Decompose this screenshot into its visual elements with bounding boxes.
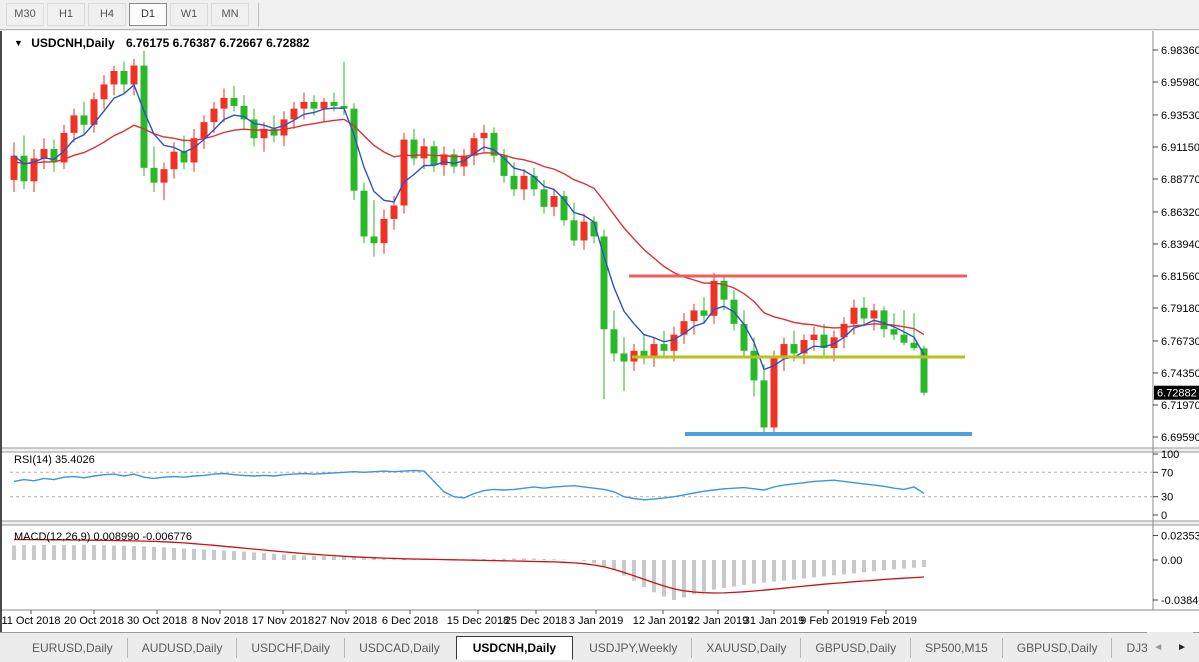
timeframe-button-h1[interactable]: H1 xyxy=(47,3,85,26)
timeframe-buttons: M30H1H4D1W1MN xyxy=(6,3,252,26)
chart-tab-gbpusd-daily[interactable]: GBPUSD,Daily xyxy=(800,638,910,658)
timeframe-button-d1[interactable]: D1 xyxy=(129,3,167,26)
collapse-triangle-icon[interactable]: ▼ xyxy=(14,38,23,48)
svg-text:6.98360: 6.98360 xyxy=(1161,45,1199,57)
svg-text:30: 30 xyxy=(1161,492,1173,504)
chart-tab-audusd-daily[interactable]: AUDUSD,Daily xyxy=(127,638,237,658)
svg-text:6.95980: 6.95980 xyxy=(1161,77,1199,89)
svg-text:100: 100 xyxy=(1161,449,1179,461)
svg-text:15 Dec 2018: 15 Dec 2018 xyxy=(447,615,509,627)
svg-text:0.023534: 0.023534 xyxy=(1161,531,1199,543)
svg-text:19 Feb 2019: 19 Feb 2019 xyxy=(855,615,917,627)
chart-ohlc-values: 6.76175 6.76387 6.72667 6.72882 xyxy=(126,36,310,50)
timeframe-button-m30[interactable]: M30 xyxy=(6,3,44,26)
svg-text:70: 70 xyxy=(1161,467,1173,479)
timeframe-button-w1[interactable]: W1 xyxy=(170,3,208,26)
svg-text:6.88770: 6.88770 xyxy=(1161,174,1199,186)
chart-title: ▼ USDCNH,Daily 6.76175 6.76387 6.72667 6… xyxy=(14,36,309,50)
toolbar-divider xyxy=(258,3,259,27)
macd-indicator-label: MACD(12,26,9) 0.008990 -0.006776 xyxy=(14,531,192,543)
tab-scroll-right-icon[interactable]: ► xyxy=(1177,642,1187,653)
svg-text:22 Jan 2019: 22 Jan 2019 xyxy=(688,615,749,627)
chart-tab-usdjpy-weekly[interactable]: USDJPY,Weekly xyxy=(575,638,691,658)
chart-tabbar: EURUSD,DailyAUDUSD,DailyUSDCHF,DailyUSDC… xyxy=(0,632,1199,662)
svg-text:3 Jan 2019: 3 Jan 2019 xyxy=(569,615,623,627)
svg-text:0.00: 0.00 xyxy=(1161,555,1182,567)
svg-text:0: 0 xyxy=(1161,510,1167,522)
chart-tab-eurusd-daily[interactable]: EURUSD,Daily xyxy=(18,638,127,658)
svg-text:6.76730: 6.76730 xyxy=(1161,336,1199,348)
chart-window: ▼ USDCNH,Daily 6.76175 6.76387 6.72667 6… xyxy=(0,31,1199,632)
svg-text:-0.038466: -0.038466 xyxy=(1161,595,1199,607)
svg-text:6.72882: 6.72882 xyxy=(1157,388,1197,400)
svg-text:6.91150: 6.91150 xyxy=(1161,142,1199,154)
svg-text:27 Nov 2018: 27 Nov 2018 xyxy=(315,615,377,627)
chart-tab-usdcnh-daily[interactable]: USDCNH,Daily xyxy=(456,636,573,660)
svg-text:20 Oct 2018: 20 Oct 2018 xyxy=(64,615,124,627)
chart-tab-usdcad-daily[interactable]: USDCAD,Daily xyxy=(344,638,454,658)
chart-tab-xauusd-daily[interactable]: XAUUSD,Daily xyxy=(691,638,800,658)
svg-text:12 Jan 2019: 12 Jan 2019 xyxy=(633,615,694,627)
svg-text:6.79180: 6.79180 xyxy=(1161,303,1199,315)
svg-text:11 Oct 2018: 11 Oct 2018 xyxy=(2,615,61,627)
chart-symbol-label: USDCNH,Daily xyxy=(31,36,114,50)
chart-tab-usdchf-daily[interactable]: USDCHF,Daily xyxy=(236,638,344,658)
svg-text:9 Feb 2019: 9 Feb 2019 xyxy=(800,615,856,627)
svg-text:6.71970: 6.71970 xyxy=(1161,400,1199,412)
timeframe-button-mn[interactable]: MN xyxy=(211,3,249,26)
svg-text:6.69590: 6.69590 xyxy=(1161,432,1199,444)
chart-tab-sp500-m15[interactable]: SP500,M15 xyxy=(910,638,1002,658)
tab-scroll-arrows: ◄ ► xyxy=(1147,632,1193,662)
svg-text:31 Jan 2019: 31 Jan 2019 xyxy=(744,615,805,627)
svg-text:6.74350: 6.74350 xyxy=(1161,368,1199,380)
svg-text:30 Oct 2018: 30 Oct 2018 xyxy=(127,615,187,627)
svg-text:6.86320: 6.86320 xyxy=(1161,207,1199,219)
svg-text:6 Dec 2018: 6 Dec 2018 xyxy=(382,615,438,627)
svg-text:6.93530: 6.93530 xyxy=(1161,110,1199,122)
tab-scroll-left-icon[interactable]: ◄ xyxy=(1153,642,1163,653)
chart-tab-gbpusd-daily[interactable]: GBPUSD,Daily xyxy=(1002,638,1112,658)
timeframe-button-h4[interactable]: H4 xyxy=(88,3,126,26)
svg-text:25 Dec 2018: 25 Dec 2018 xyxy=(505,615,567,627)
svg-text:6.83940: 6.83940 xyxy=(1161,239,1199,251)
svg-text:17 Nov 2018: 17 Nov 2018 xyxy=(252,615,314,627)
timeframe-toolbar: M30H1H4D1W1MN xyxy=(0,0,1199,30)
rsi-indicator-label: RSI(14) 35.4026 xyxy=(14,454,95,466)
svg-text:8 Nov 2018: 8 Nov 2018 xyxy=(192,615,248,627)
svg-text:6.81560: 6.81560 xyxy=(1161,271,1199,283)
